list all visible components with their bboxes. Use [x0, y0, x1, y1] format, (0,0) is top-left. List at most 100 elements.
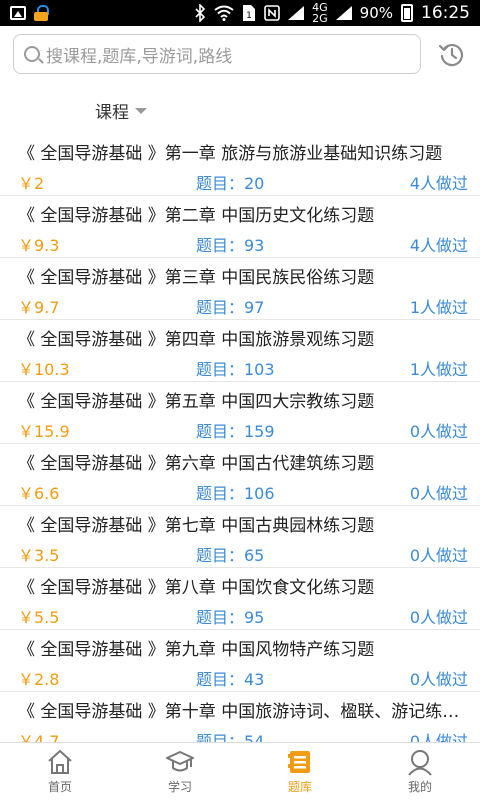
item-price: ￥9.3	[18, 236, 60, 255]
svg-text:1: 1	[246, 11, 252, 21]
status-bar: 1 4G 2G 90% 16:25	[0, 0, 480, 26]
item-meta: ￥15.9 题目：159 0人做过	[18, 416, 468, 441]
item-question-count: 题目：106	[196, 484, 275, 503]
nfc-icon	[264, 4, 280, 22]
item-done-count: 0人做过	[409, 608, 468, 627]
item-title: 《 全国导游基础 》第九章 中国风物特产练习题	[18, 640, 375, 660]
wifi-icon	[214, 4, 234, 22]
filter-bar: 课程	[0, 84, 480, 134]
item-price: ￥9.7	[18, 298, 60, 317]
item-question-count: 题目：159	[196, 422, 275, 441]
item-meta: ￥10.3 题目：103 1人做过	[18, 354, 468, 379]
item-done-count: 0人做过	[409, 670, 468, 689]
status-right: 1 4G 2G 90% 16:25	[194, 2, 470, 24]
history-icon[interactable]	[438, 40, 466, 68]
nav-label-profile: 我的	[407, 780, 432, 794]
list-item[interactable]: 《 全国导游基础 》第十章 中国旅游诗词、楹联、游记练习题 ￥4.7 题目：54…	[0, 692, 480, 742]
course-filter-label: 课程	[95, 103, 129, 123]
nav-label-question-bank: 题库	[287, 780, 312, 794]
item-question-count: 题目：20	[196, 174, 265, 193]
nav-item-study[interactable]: 学习	[120, 743, 240, 800]
signal-icon-2	[335, 4, 352, 22]
item-title: 《 全国导游基础 》第三章 中国民族民俗练习题	[18, 268, 375, 288]
network-2g: 2G	[312, 12, 328, 25]
item-price: ￥2.8	[18, 670, 60, 689]
item-price: ￥4.7	[18, 732, 60, 742]
battery-percent: 90%	[359, 4, 393, 22]
list-item[interactable]: 《 全国导游基础 》第二章 中国历史文化练习题 ￥9.3 题目：93 4人做过	[0, 196, 480, 258]
signal-icon	[288, 4, 305, 22]
list-item[interactable]: 《 全国导游基础 》第四章 中国旅游景观练习题 ￥10.3 题目：103 1人做…	[0, 320, 480, 382]
item-question-count: 题目：97	[196, 298, 265, 317]
item-done-count: 0人做过	[409, 422, 468, 441]
lock-icon	[34, 4, 49, 22]
item-meta: ￥9.3 题目：93 4人做过	[18, 230, 468, 255]
home-icon	[46, 748, 74, 776]
nav-item-profile[interactable]: 我的	[360, 743, 480, 800]
item-price: ￥5.5	[18, 608, 60, 627]
item-meta: ￥3.5 题目：65 0人做过	[18, 540, 468, 565]
item-title: 《 全国导游基础 》第一章 旅游与旅游业基础知识练习题	[18, 144, 443, 164]
item-meta: ￥5.5 题目：95 0人做过	[18, 602, 468, 627]
list-item[interactable]: 《 全国导游基础 》第一章 旅游与旅游业基础知识练习题 ￥2 题目：20 4人做…	[0, 134, 480, 196]
item-done-count: 0人做过	[409, 484, 468, 503]
item-title: 《 全国导游基础 》第二章 中国历史文化练习题	[18, 206, 375, 226]
item-title: 《 全国导游基础 》第八章 中国饮食文化练习题	[18, 578, 375, 598]
search-placeholder: 搜课程,题库,导游词,路线	[46, 46, 233, 67]
item-question-count: 题目：93	[196, 236, 265, 255]
item-meta: ￥9.7 题目：97 1人做过	[18, 292, 468, 317]
list-item[interactable]: 《 全国导游基础 》第九章 中国风物特产练习题 ￥2.8 题目：43 0人做过	[0, 630, 480, 692]
item-price: ￥10.3	[18, 360, 70, 379]
nav-label-home: 首页	[47, 780, 72, 794]
question-bank-icon	[286, 748, 314, 776]
item-question-count: 题目：103	[196, 360, 275, 379]
item-price: ￥15.9	[18, 422, 70, 441]
list-item[interactable]: 《 全国导游基础 》第五章 中国四大宗教练习题 ￥15.9 题目：159 0人做…	[0, 382, 480, 444]
item-done-count: 0人做过	[409, 546, 468, 565]
nav-item-home[interactable]: 首页	[0, 743, 120, 800]
list-item[interactable]: 《 全国导游基础 》第六章 中国古代建筑练习题 ￥6.6 题目：106 0人做过	[0, 444, 480, 506]
list-item[interactable]: 《 全国导游基础 》第三章 中国民族民俗练习题 ￥9.7 题目：97 1人做过	[0, 258, 480, 320]
item-meta: ￥4.7 题目：54 0人做过	[18, 726, 468, 742]
network-type: 4G 2G	[312, 2, 328, 24]
item-title: 《 全国导游基础 》第四章 中国旅游景观练习题	[18, 330, 375, 350]
profile-icon	[406, 748, 434, 776]
question-bank-list: 《 全国导游基础 》第一章 旅游与旅游业基础知识练习题 ￥2 题目：20 4人做…	[0, 134, 480, 742]
chevron-down-icon	[135, 107, 147, 114]
item-title: 《 全国导游基础 》第七章 中国古典园林练习题	[18, 516, 375, 536]
status-left	[10, 4, 49, 22]
header: 搜课程,题库,导游词,路线	[0, 26, 480, 84]
nav-label-study: 学习	[167, 780, 192, 794]
course-filter-dropdown[interactable]: 课程	[95, 98, 147, 123]
search-input[interactable]: 搜课程,题库,导游词,路线	[13, 34, 421, 74]
item-done-count: 1人做过	[409, 360, 468, 379]
item-done-count: 4人做过	[409, 174, 468, 193]
bluetooth-icon	[194, 4, 206, 22]
item-title: 《 全国导游基础 》第六章 中国古代建筑练习题	[18, 454, 375, 474]
nav-item-question-bank[interactable]: 题库	[240, 743, 360, 800]
clock: 16:25	[421, 3, 470, 23]
item-done-count: 1人做过	[409, 298, 468, 317]
item-title: 《 全国导游基础 》第十章 中国旅游诗词、楹联、游记练习题	[18, 702, 464, 722]
sim-icon: 1	[242, 4, 256, 22]
item-price: ￥3.5	[18, 546, 60, 565]
item-question-count: 题目：95	[196, 608, 265, 627]
search-icon	[24, 46, 40, 62]
item-title: 《 全国导游基础 》第五章 中国四大宗教练习题	[18, 392, 375, 412]
item-done-count: 4人做过	[409, 236, 468, 255]
item-meta: ￥2 题目：20 4人做过	[18, 168, 468, 193]
graduation-cap-icon	[166, 748, 194, 776]
item-question-count: 题目：65	[196, 546, 265, 565]
item-price: ￥2	[18, 174, 45, 193]
item-meta: ￥6.6 题目：106 0人做过	[18, 478, 468, 503]
list-item[interactable]: 《 全国导游基础 》第七章 中国古典园林练习题 ￥3.5 题目：65 0人做过	[0, 506, 480, 568]
list-item[interactable]: 《 全国导游基础 》第八章 中国饮食文化练习题 ￥5.5 题目：95 0人做过	[0, 568, 480, 630]
item-question-count: 题目：43	[196, 670, 265, 689]
battery-icon	[401, 4, 413, 22]
item-price: ￥6.6	[18, 484, 60, 503]
item-question-count: 题目：54	[196, 732, 265, 742]
item-meta: ￥2.8 题目：43 0人做过	[18, 664, 468, 689]
item-done-count: 0人做过	[409, 732, 468, 742]
bottom-nav: 首页 学习 题库 我的	[0, 742, 480, 800]
image-icon	[10, 4, 26, 22]
